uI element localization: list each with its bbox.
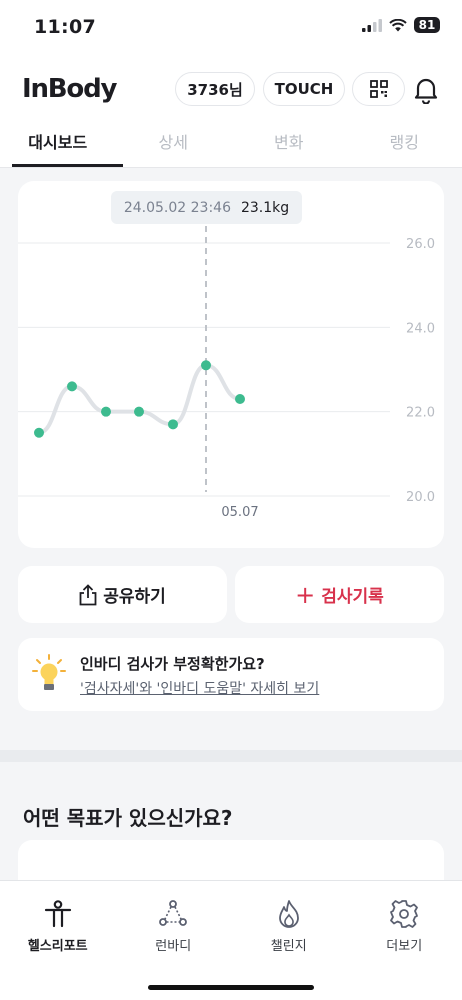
tooltip-weight: 23.1kg [240,199,290,216]
data-point [235,394,245,405]
accuracy-info-card[interactable]: 인바디 검사가 부정확한가요? '검사자세'와 '인바디 도움말' 자세히 보기 [18,638,444,711]
home-indicator [148,985,314,990]
section-divider [0,750,462,762]
gear-icon [390,900,419,928]
data-point [101,406,111,417]
info-title: 인바디 검사가 부정확한가요? [80,655,265,673]
lightbulb-icon [32,654,66,690]
bottom-navigation: 헬스리포트 런바디 챌린지 더보기 [0,880,462,1000]
goal-section: 어떤 목표가 있으신가요? [0,762,462,900]
info-help-link[interactable]: '검사자세'와 '인바디 도움말' 자세히 보기 [80,678,319,698]
runbody-icon [159,900,188,926]
data-point [168,419,178,430]
chart-tooltip: 24.05.02 23:46 23.1kg [111,191,302,224]
goal-section-title: 어떤 목표가 있으신가요? [23,806,233,830]
y-tick-label: 20.0 [406,490,435,505]
nav-more-label: 더보기 [386,939,423,954]
flame-icon [278,900,299,928]
share-icon [79,583,97,605]
data-point [201,360,211,371]
x-tick-label: 05.07 [221,505,258,520]
nav-runbody[interactable]: 런바디 [116,881,232,1000]
nav-more[interactable]: 더보기 [347,881,462,1000]
series-line [37,363,242,435]
record-label: 검사기록 [321,587,384,607]
share-label: 공유하기 [103,587,166,607]
share-button[interactable]: 공유하기 [18,566,227,623]
data-point [134,406,144,417]
record-button[interactable]: + 검사기록 [235,566,444,623]
nav-challenge[interactable]: 챌린지 [231,881,347,1000]
data-point [34,427,44,438]
y-tick-label: 22.0 [406,406,435,421]
nav-challenge-label: 챌린지 [270,939,307,954]
data-point [67,381,77,392]
plus-icon: + [295,580,316,609]
person-icon [44,900,71,928]
tooltip-datetime: 24.05.02 23:46 [123,199,231,216]
y-tick-label: 24.0 [406,321,435,336]
nav-health-report-label: 헬스리포트 [27,939,88,954]
nav-health-report[interactable]: 헬스리포트 [0,881,116,1000]
weight-chart[interactable]: 26.0 24.0 22.0 20.0 05.07 [0,0,462,560]
nav-runbody-label: 런바디 [155,939,192,954]
y-tick-label: 26.0 [406,237,435,252]
